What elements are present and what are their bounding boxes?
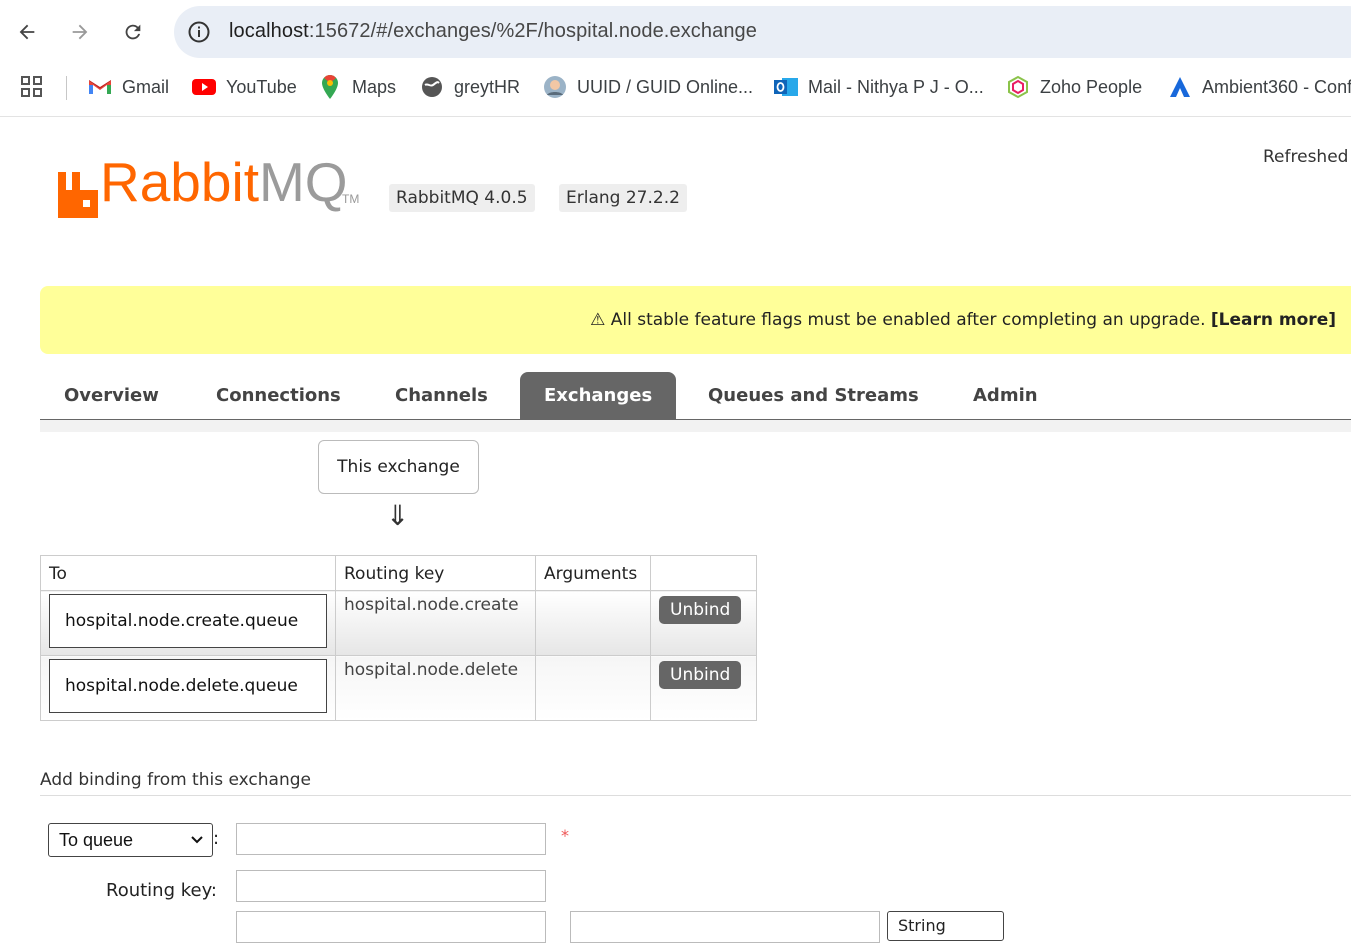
destination-type-value: To queue	[59, 830, 134, 850]
argument-type-value: String	[898, 916, 946, 935]
down-double-arrow-icon: ⇓	[386, 499, 410, 532]
destination-name-input[interactable]	[236, 823, 546, 855]
tab-exchanges[interactable]: Exchanges	[520, 372, 677, 419]
bookmark-label: Gmail	[122, 76, 170, 97]
bookmark-uuid[interactable]: UUID / GUID Online...	[543, 64, 753, 110]
routing-key-cell: hospital.node.create	[335, 590, 536, 656]
bookmarks-separator	[66, 76, 67, 100]
arguments-cell	[535, 590, 651, 656]
table-row: hospital.node.delete.queue hospital.node…	[40, 655, 757, 721]
binding-destination-cell: hospital.node.create.queue	[40, 590, 336, 656]
address-bar[interactable]: localhost:15672/#/exchanges/%2F/hospital…	[174, 6, 1351, 58]
bookmark-youtube[interactable]: YouTube	[192, 64, 297, 110]
rabbitmq-logo-text: RabbitMQ	[100, 150, 348, 214]
bookmark-gmail[interactable]: Gmail	[88, 64, 169, 110]
bookmark-outlook[interactable]: Mail - Nithya P J - O...	[774, 64, 984, 110]
logo-rabbit: Rabbit	[100, 151, 259, 213]
bookmark-label: Ambient360 - Conf	[1202, 76, 1351, 97]
rabbitmq-version-badge: RabbitMQ 4.0.5	[389, 184, 535, 212]
bookmark-label: UUID / GUID Online...	[577, 76, 754, 97]
unbind-button[interactable]: Unbind	[659, 596, 742, 624]
outlook-icon	[774, 75, 798, 99]
arguments-cell	[535, 655, 651, 721]
tab-overview[interactable]: Overview	[40, 372, 183, 419]
routing-key-input[interactable]	[236, 870, 546, 902]
unbind-button[interactable]: Unbind	[659, 661, 742, 689]
arrow-left-icon	[19, 24, 35, 40]
url-path: :15672/#/exchanges/%2F/hospital.node.exc…	[308, 20, 758, 42]
binding-destination-cell: hospital.node.delete.queue	[40, 655, 336, 721]
bookmark-label: Zoho People	[1040, 76, 1143, 97]
argument-key-input[interactable]	[236, 911, 546, 943]
arrow-right-icon	[72, 24, 88, 40]
uuid-icon	[543, 75, 567, 99]
refreshed-label: Refreshed	[1263, 147, 1349, 167]
queue-link[interactable]: hospital.node.delete.queue	[49, 659, 327, 713]
chevron-down-icon	[190, 824, 204, 867]
action-cell: Unbind	[650, 655, 757, 721]
argument-value-input[interactable]	[570, 911, 880, 943]
main-nav-tabs: Overview Connections Channels Exchanges …	[40, 372, 1351, 420]
bookmark-zoho[interactable]: Zoho People	[1006, 64, 1142, 110]
greythr-icon	[420, 75, 444, 99]
action-cell: Unbind	[650, 590, 757, 656]
ambient-icon	[1168, 75, 1192, 99]
bookmark-maps[interactable]: Maps	[318, 64, 396, 110]
add-binding-title[interactable]: Add binding from this exchange	[40, 770, 311, 790]
bookmark-label: greytHR	[454, 76, 521, 97]
back-button[interactable]	[12, 14, 42, 50]
learn-more-link[interactable]: [Learn more]	[1211, 310, 1336, 330]
youtube-icon	[192, 75, 216, 99]
apps-grid-icon[interactable]	[20, 75, 44, 103]
tab-connections[interactable]: Connections	[192, 372, 365, 419]
table-header-row: To Routing key Arguments	[40, 555, 757, 591]
this-exchange-box: This exchange	[318, 440, 479, 494]
banner-message: ⚠ All stable feature flags must be enabl…	[590, 310, 1336, 330]
rabbitmq-logo-icon	[58, 172, 98, 218]
bookmark-label: Mail - Nithya P J - O...	[808, 76, 984, 97]
bookmarks-bar: Gmail YouTube Maps greytHR UUID / GUID O…	[0, 64, 1351, 117]
tab-queues-and-streams[interactable]: Queues and Streams	[684, 372, 943, 419]
maps-icon	[318, 75, 342, 99]
table-row: hospital.node.create.queue hospital.node…	[40, 590, 757, 656]
column-header-actions	[650, 555, 757, 591]
url-host: localhost	[229, 20, 309, 42]
tab-admin[interactable]: Admin	[949, 372, 1062, 419]
destination-type-select[interactable]: To queue	[48, 823, 213, 857]
warning-icon: ⚠	[590, 310, 606, 330]
site-info-icon[interactable]	[186, 19, 212, 45]
bookmark-greythr[interactable]: greytHR	[420, 64, 520, 110]
logo-mq: MQ	[258, 151, 348, 213]
bookmark-label: Maps	[352, 76, 397, 97]
required-mark: *	[561, 826, 569, 845]
tab-channels[interactable]: Channels	[371, 372, 512, 419]
routing-key-label: Routing key:	[106, 880, 217, 901]
destination-colon: :	[213, 828, 220, 849]
browser-toolbar: localhost:15672/#/exchanges/%2F/hospital…	[0, 0, 1351, 64]
erlang-version-badge: Erlang 27.2.2	[559, 184, 687, 212]
feature-flags-banner: ⚠ All stable feature flags must be enabl…	[40, 286, 1351, 354]
trademark: TM	[342, 192, 360, 206]
section-header-strip	[40, 420, 1351, 432]
column-header-to: To	[40, 555, 336, 591]
zoho-icon	[1006, 75, 1030, 99]
forward-button[interactable]	[65, 14, 95, 50]
bindings-table: To Routing key Arguments hospital.node.c…	[40, 555, 757, 721]
url-text: localhost:15672/#/exchanges/%2F/hospital…	[229, 20, 757, 43]
bookmark-label: YouTube	[226, 76, 297, 97]
bookmark-ambient360[interactable]: Ambient360 - Conf	[1168, 64, 1351, 110]
column-header-arguments: Arguments	[535, 555, 651, 591]
banner-text: All stable feature flags must be enabled…	[610, 310, 1206, 330]
column-header-routing-key: Routing key	[335, 555, 536, 591]
section-divider	[40, 795, 1351, 796]
gmail-icon	[88, 75, 112, 99]
reload-icon	[125, 24, 141, 40]
reload-button[interactable]	[118, 14, 148, 50]
routing-key-cell: hospital.node.delete	[335, 655, 536, 721]
argument-type-select[interactable]: String	[887, 911, 1004, 941]
queue-link[interactable]: hospital.node.create.queue	[49, 594, 327, 648]
